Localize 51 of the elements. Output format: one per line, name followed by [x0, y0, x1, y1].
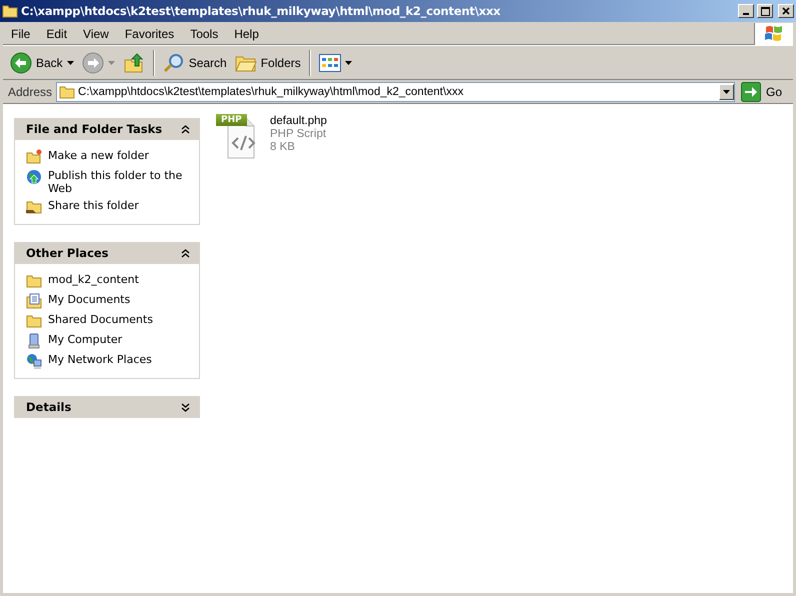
network-icon: [26, 353, 42, 369]
file-name[interactable]: default.php: [270, 115, 327, 128]
panel-header[interactable]: Details: [14, 396, 200, 418]
task-link[interactable]: Shared Documents: [48, 313, 153, 326]
file-size: 8 KB: [270, 141, 296, 154]
new-folder-icon: [26, 149, 42, 165]
folder-icon: [26, 313, 42, 329]
folder-icon: [2, 3, 18, 19]
task-link[interactable]: My Computer: [48, 333, 122, 346]
go-button[interactable]: Go: [738, 82, 790, 102]
close-button[interactable]: [778, 4, 794, 18]
documents-folder-icon: [26, 293, 42, 309]
caret-icon: [344, 60, 352, 64]
menu-item[interactable]: View: [75, 26, 117, 40]
shared-folder-icon: [26, 199, 42, 215]
back-button[interactable]: Back: [7, 50, 77, 76]
menu-item[interactable]: Favorites: [116, 26, 182, 40]
caret-icon: [66, 60, 74, 64]
menu-item[interactable]: File: [3, 26, 38, 40]
close-icon: [782, 7, 790, 15]
file-type: PHP Script: [270, 128, 327, 141]
search-button[interactable]: Search: [160, 50, 230, 76]
search-icon: [162, 52, 185, 74]
computer-icon: [26, 333, 42, 349]
menu-item[interactable]: Tools: [182, 26, 226, 40]
views-icon: [318, 54, 341, 72]
maximize-icon: [760, 6, 770, 16]
task-link[interactable]: Publish this folder to the Web: [48, 169, 193, 195]
menu-item[interactable]: Help: [226, 26, 267, 40]
menu-item[interactable]: Edit: [38, 26, 76, 40]
dropdown-button[interactable]: [718, 84, 734, 100]
task-link[interactable]: Make a new folder: [48, 149, 149, 162]
minimize-button[interactable]: [738, 4, 754, 18]
folder-icon: [26, 273, 42, 289]
globe-icon: [26, 169, 42, 185]
maximize-button[interactable]: [757, 4, 773, 18]
task-link[interactable]: My Documents: [48, 293, 130, 306]
task-link[interactable]: mod_k2_content: [48, 273, 139, 286]
folders-button[interactable]: Folders: [232, 50, 304, 74]
php-badge: PHP: [216, 114, 247, 126]
task-link[interactable]: My Network Places: [48, 353, 152, 366]
panel-header[interactable]: File and Folder Tasks: [14, 118, 200, 140]
window-title: C:\xampp\htdocs\k2test\templates\rhuk_milkyway\html\mod_k2_content\xxx: [21, 4, 502, 18]
folder-icon: [59, 84, 76, 100]
panel-header[interactable]: Other Places: [14, 242, 200, 264]
task-link[interactable]: Share this folder: [48, 199, 139, 212]
caret-icon: [108, 60, 115, 64]
address-label: Address: [8, 84, 52, 98]
folder-up-icon: [122, 52, 145, 74]
caret-icon: [722, 90, 730, 94]
address-field[interactable]: C:\xampp\htdocs\k2test\templates\rhuk_milkyway\html\mod_k2_content\xxx: [56, 82, 735, 102]
